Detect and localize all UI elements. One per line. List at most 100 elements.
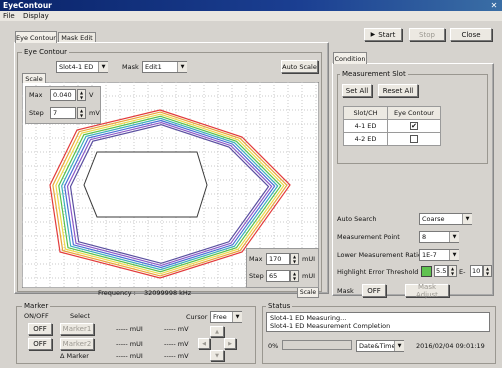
cursor-label: Cursor <box>186 313 208 321</box>
highlight-exponent-input[interactable]: 10 <box>470 265 483 277</box>
progress-percent: 0% <box>268 342 279 350</box>
frequency-label: Frequency : <box>98 289 136 297</box>
measurement-slot-label: Measurement Slot <box>340 70 408 78</box>
tab-eye-contour[interactable]: Eye Contour <box>15 31 57 43</box>
cursor-select[interactable]: Free ▼ <box>210 311 242 323</box>
chevron-down-icon: ▼ <box>177 62 187 72</box>
eye-contour-checkbox[interactable] <box>410 135 418 143</box>
highlight-exponent-sign: E- <box>459 268 466 276</box>
delta-mv-readout: ----- mV <box>164 352 189 360</box>
table-row: 4-1 ED ✔ <box>343 119 441 133</box>
start-label: Start <box>378 30 396 39</box>
chevron-down-icon: ▼ <box>98 62 108 72</box>
v-max-label: Max <box>29 91 43 99</box>
v-step-unit: mV <box>89 109 100 117</box>
marker-group-label: Marker <box>22 302 51 310</box>
measurement-point-select[interactable]: 8 ▼ <box>419 231 459 243</box>
play-icon: ▶ <box>370 31 376 38</box>
mask-select[interactable]: Edit1 ▼ <box>142 61 187 73</box>
table-row: 4-2 ED <box>343 132 441 146</box>
status-message-list: Slot4-1 ED Measuring... Slot4-1 ED Measu… <box>266 312 490 332</box>
reset-all-button[interactable]: Reset All <box>378 84 418 97</box>
highlight-exponent-spinner[interactable]: ▲ ▼ <box>483 265 492 277</box>
v-step-input[interactable]: 7 <box>50 107 76 119</box>
cursor-right-icon[interactable]: ▶ <box>224 338 236 349</box>
eye-contour-checkbox[interactable]: ✔ <box>410 122 418 130</box>
v-max-spinner[interactable]: ▲ ▼ <box>77 89 86 101</box>
slot-cell: 4-1 ED <box>343 119 388 133</box>
marker1-button[interactable]: Marker1 <box>60 323 94 335</box>
chevron-down-icon: ▼ <box>449 250 459 260</box>
chevron-down-icon: ▼ <box>394 341 404 351</box>
close-window-icon[interactable]: ✕ <box>489 1 499 10</box>
h-max-input[interactable]: 170 <box>266 253 290 265</box>
slot-cell: 4-2 ED <box>343 132 388 146</box>
h-max-label: Max <box>249 255 263 263</box>
marker2-mv-readout: ----- mV <box>164 340 189 348</box>
chevron-down-icon: ▼ <box>232 312 242 322</box>
mask-label: Mask <box>122 63 139 71</box>
v-step-label: Step <box>29 109 44 117</box>
chevron-down-icon: ▼ <box>449 232 459 242</box>
marker-select-label: Select <box>70 312 91 320</box>
highlight-mantissa-input[interactable]: 5.5 <box>434 265 448 277</box>
lower-ratio-label: Lower Measurement Ratio <box>337 251 422 259</box>
cursor-up-icon[interactable]: ▲ <box>210 326 224 337</box>
datetime-select-value: Date&Time <box>359 342 396 350</box>
close-button[interactable]: Close <box>450 28 492 41</box>
v-step-spinner[interactable]: ▲ ▼ <box>77 107 86 119</box>
lower-ratio-select[interactable]: 1E-7 ▼ <box>419 249 459 261</box>
h-step-spinner[interactable]: ▲ ▼ <box>290 270 299 282</box>
h-max-unit: mUI <box>302 255 316 263</box>
cursor-left-icon[interactable]: ◀ <box>198 338 210 349</box>
set-all-button[interactable]: Set All <box>342 84 372 97</box>
h-step-input[interactable]: 65 <box>266 270 290 282</box>
status-message: Slot4-1 ED Measurement Completion <box>270 322 391 330</box>
window-title: EyeContour <box>0 0 502 11</box>
frequency-value: 32099998 kHz <box>144 289 192 297</box>
highlight-mantissa-spinner[interactable]: ▲ ▼ <box>448 265 457 277</box>
cursor-down-icon[interactable]: ▼ <box>210 350 224 361</box>
mask-adjust-button[interactable]: Mask Adjust <box>405 283 449 299</box>
menu-display[interactable]: Display <box>23 12 49 20</box>
measurement-slot-table: Slot/CH Eye Contour 4-1 ED ✔ 4-2 ED <box>343 106 441 146</box>
marker2-button[interactable]: Marker2 <box>60 338 94 350</box>
marker2-off-button[interactable]: OFF <box>28 338 52 350</box>
menu-bar: File Display <box>0 11 502 21</box>
highlight-threshold-label: Highlight Error Threshold <box>337 268 419 276</box>
h-max-spinner[interactable]: ▲ ▼ <box>290 253 299 265</box>
h-step-label: Step <box>249 272 264 280</box>
progress-bar <box>282 340 352 350</box>
table-header-slot: Slot/CH <box>343 106 388 120</box>
cursor-select-value: Free <box>213 313 227 321</box>
condition-mask-label: Mask <box>337 287 354 295</box>
mask-toggle-button[interactable]: OFF <box>362 284 386 297</box>
slot-select-value: Slot4-1 ED <box>59 63 94 71</box>
marker1-off-button[interactable]: OFF <box>28 323 52 335</box>
auto-scale-button[interactable]: Auto Scale <box>281 60 318 73</box>
v-max-input[interactable]: 0.040 <box>50 89 76 101</box>
scale-tab-horizontal[interactable]: Scale <box>297 288 319 298</box>
stop-button[interactable]: Stop <box>409 28 445 41</box>
start-button[interactable]: ▶ Start <box>364 28 402 41</box>
slot-select[interactable]: Slot4-1 ED ▼ <box>56 61 108 73</box>
mask-select-value: Edit1 <box>145 63 162 71</box>
chevron-down-icon: ▼ <box>462 214 472 224</box>
marker1-mv-readout: ----- mV <box>164 325 189 333</box>
auto-search-label: Auto Search <box>337 215 377 223</box>
auto-search-select[interactable]: Coarse ▼ <box>419 213 472 225</box>
measurement-point-label: Measurement Point <box>337 233 400 241</box>
datetime-value: 2016/02/04 09:01:19 <box>416 342 485 350</box>
menu-file[interactable]: File <box>3 12 15 20</box>
status-group-label: Status <box>266 302 293 310</box>
eye-contour-group-label: Eye Contour <box>22 48 70 56</box>
eye-opening <box>83 151 208 218</box>
delta-marker-label: Δ Marker <box>60 352 89 360</box>
marker1-mui-readout: ----- mUI <box>116 325 143 333</box>
tab-condition[interactable]: Condition <box>333 52 367 64</box>
marker-onoff-label: ON/OFF <box>24 312 49 320</box>
highlight-color-swatch[interactable] <box>421 266 432 277</box>
v-max-unit: V <box>89 91 94 99</box>
scale-tab-vertical[interactable]: Scale <box>22 73 46 83</box>
datetime-select[interactable]: Date&Time ▼ <box>356 340 404 352</box>
